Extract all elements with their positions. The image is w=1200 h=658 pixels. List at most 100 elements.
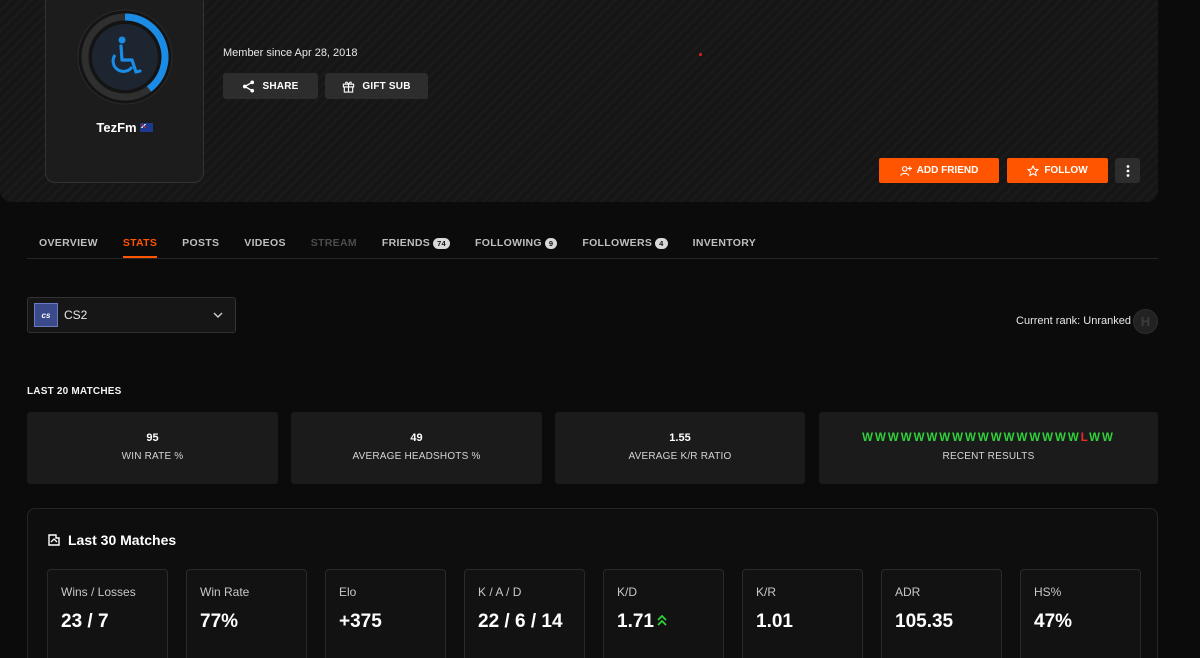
double-chevron-up-icon bbox=[657, 615, 667, 626]
win-rate-value: 95 bbox=[146, 432, 159, 444]
user-plus-icon bbox=[899, 165, 912, 176]
stat-card-value: 1.01 bbox=[756, 609, 793, 634]
headshots-stat: 49 AVERAGE HEADSHOTS % bbox=[291, 412, 542, 484]
tab-label: VIDEOS bbox=[244, 237, 286, 249]
result-win: W bbox=[1042, 432, 1056, 444]
cs2-logo-icon: cs bbox=[34, 303, 58, 327]
wheelchair-icon bbox=[77, 9, 173, 105]
stat-card-label: ADR bbox=[895, 585, 921, 599]
tab-inventory[interactable]: INVENTORY bbox=[693, 236, 756, 250]
result-win: W bbox=[1089, 432, 1102, 444]
tab-label: STREAM bbox=[310, 237, 357, 249]
recent-results-stat: WWWWWWWWWWWWWWWWWLWW RECENT RESULTS bbox=[819, 412, 1158, 484]
profile-tabs: OVERVIEW STATS POSTS VIDEOS STREAM FRIENDS 74 F… bbox=[39, 236, 781, 258]
username: TezFm bbox=[46, 120, 203, 135]
gift-sub-button[interactable]: GIFT SUB bbox=[325, 73, 428, 99]
stat-card-value-text: 47% bbox=[1034, 611, 1073, 632]
result-win: W bbox=[926, 432, 940, 444]
banner-dot bbox=[699, 53, 702, 56]
australia-flag-icon bbox=[139, 123, 153, 132]
game-select[interactable]: cs CS2 bbox=[27, 297, 236, 333]
result-win: W bbox=[862, 432, 875, 444]
stat-card-hspct: HS% 47% bbox=[1020, 569, 1141, 658]
add-friend-button[interactable]: ADD FRIEND bbox=[879, 158, 999, 183]
kr-ratio-value: 1.55 bbox=[669, 432, 691, 444]
tab-count-badge: 74 bbox=[433, 237, 451, 249]
share-icon bbox=[243, 79, 255, 93]
tab-friends[interactable]: FRIENDS 74 bbox=[381, 236, 451, 250]
tab-overview[interactable]: OVERVIEW bbox=[39, 236, 98, 250]
stat-card-value-text: 77% bbox=[200, 611, 239, 632]
kr-ratio-label: AVERAGE K/R RATIO bbox=[628, 451, 732, 462]
share-button[interactable]: SHARE bbox=[223, 73, 318, 99]
stat-card-label: Win Rate bbox=[200, 585, 250, 599]
tab-count-badge: 9 bbox=[544, 237, 558, 249]
stat-card-value-text: +375 bbox=[339, 611, 382, 632]
stat-card-value: +375 bbox=[339, 609, 382, 634]
stat-card-value: 105.35 bbox=[895, 609, 953, 634]
tab-posts[interactable]: POSTS bbox=[182, 236, 219, 250]
stat-card-value: 23 / 7 bbox=[61, 609, 109, 634]
avatar[interactable] bbox=[77, 9, 173, 105]
member-since: Member since Apr 28, 2018 bbox=[223, 47, 358, 59]
stat-card-k-a-d: K / A / D 22 / 6 / 14 bbox=[464, 569, 585, 658]
faceit-icon bbox=[48, 534, 60, 546]
stat-card-value-text: 1.01 bbox=[756, 611, 793, 632]
result-win: W bbox=[977, 432, 991, 444]
stat-card-value: 47% bbox=[1034, 609, 1072, 634]
tab-label: FRIENDS bbox=[381, 237, 431, 249]
tab-followers[interactable]: FOLLOWERS 4 bbox=[582, 236, 668, 250]
stat-card-value-text: 22 / 6 / 14 bbox=[478, 611, 563, 632]
more-vertical-icon bbox=[1126, 164, 1129, 177]
result-win: W bbox=[1003, 432, 1017, 444]
stat-card-adr: ADR 105.35 bbox=[881, 569, 1002, 658]
tab-following[interactable]: FOLLOWING 9 bbox=[475, 236, 558, 250]
tab-label: OVERVIEW bbox=[39, 237, 98, 249]
recent-results-label: RECENT RESULTS bbox=[942, 451, 1035, 462]
stat-card-value: 22 / 6 / 14 bbox=[478, 609, 563, 634]
result-win: W bbox=[913, 432, 927, 444]
tab-count-badge: 4 bbox=[655, 237, 668, 249]
stat-card-value: 1.71 bbox=[617, 609, 667, 634]
tab-label: STATS bbox=[122, 237, 158, 249]
result-win: W bbox=[1029, 432, 1043, 444]
star-icon bbox=[1027, 164, 1039, 176]
rank-badge-icon: H bbox=[1133, 309, 1158, 334]
tab-label: FOLLOWING bbox=[475, 237, 542, 249]
current-rank: Current rank: Unranked bbox=[1016, 315, 1131, 327]
stat-card-label: K / A / D bbox=[478, 585, 522, 599]
gift-icon bbox=[343, 81, 355, 93]
tab-label: FOLLOWERS bbox=[582, 237, 653, 249]
result-win: W bbox=[952, 432, 966, 444]
result-loss: L bbox=[1080, 432, 1090, 444]
stat-card-elo: Elo +375 bbox=[325, 569, 446, 658]
tab-videos[interactable]: VIDEOS bbox=[244, 236, 285, 250]
win-rate-label: WIN RATE % bbox=[121, 451, 184, 462]
result-win: W bbox=[1016, 432, 1030, 444]
more-options-button[interactable] bbox=[1115, 158, 1140, 183]
profile-card: TezFm bbox=[45, 0, 204, 183]
stat-card-value-text: 23 / 7 bbox=[61, 611, 109, 632]
stat-card-label: Elo bbox=[339, 585, 357, 599]
result-win: W bbox=[1067, 432, 1081, 444]
result-win: W bbox=[990, 432, 1004, 444]
last-20-matches-title: LAST 20 MATCHES bbox=[27, 386, 122, 397]
tabs-divider bbox=[27, 258, 1158, 259]
stat-card-value-text: 105.35 bbox=[895, 611, 954, 632]
tab-stats[interactable]: STATS bbox=[122, 236, 158, 258]
stat-card-label: HS% bbox=[1034, 585, 1062, 599]
stat-card-k-r: K/R 1.01 bbox=[742, 569, 863, 658]
last-30-matches-panel: Last 30 Matches Wins / Losses 23 / 7 Win R… bbox=[27, 508, 1158, 658]
follow-button[interactable]: FOLLOW bbox=[1007, 158, 1108, 183]
stat-card-k-d: K/D 1.71 bbox=[603, 569, 724, 658]
result-win: W bbox=[900, 432, 914, 444]
result-win: W bbox=[887, 432, 901, 444]
game-select-value: CS2 bbox=[64, 308, 88, 322]
headshots-label: AVERAGE HEADSHOTS % bbox=[352, 451, 481, 462]
stat-card-label: K/D bbox=[617, 585, 638, 599]
chevron-down-icon bbox=[213, 312, 223, 318]
last-30-matches-title: Last 30 Matches bbox=[47, 532, 176, 548]
win-rate-stat: 95 WIN RATE % bbox=[27, 412, 278, 484]
result-win: W bbox=[1055, 432, 1068, 444]
tab-label: POSTS bbox=[182, 237, 220, 249]
